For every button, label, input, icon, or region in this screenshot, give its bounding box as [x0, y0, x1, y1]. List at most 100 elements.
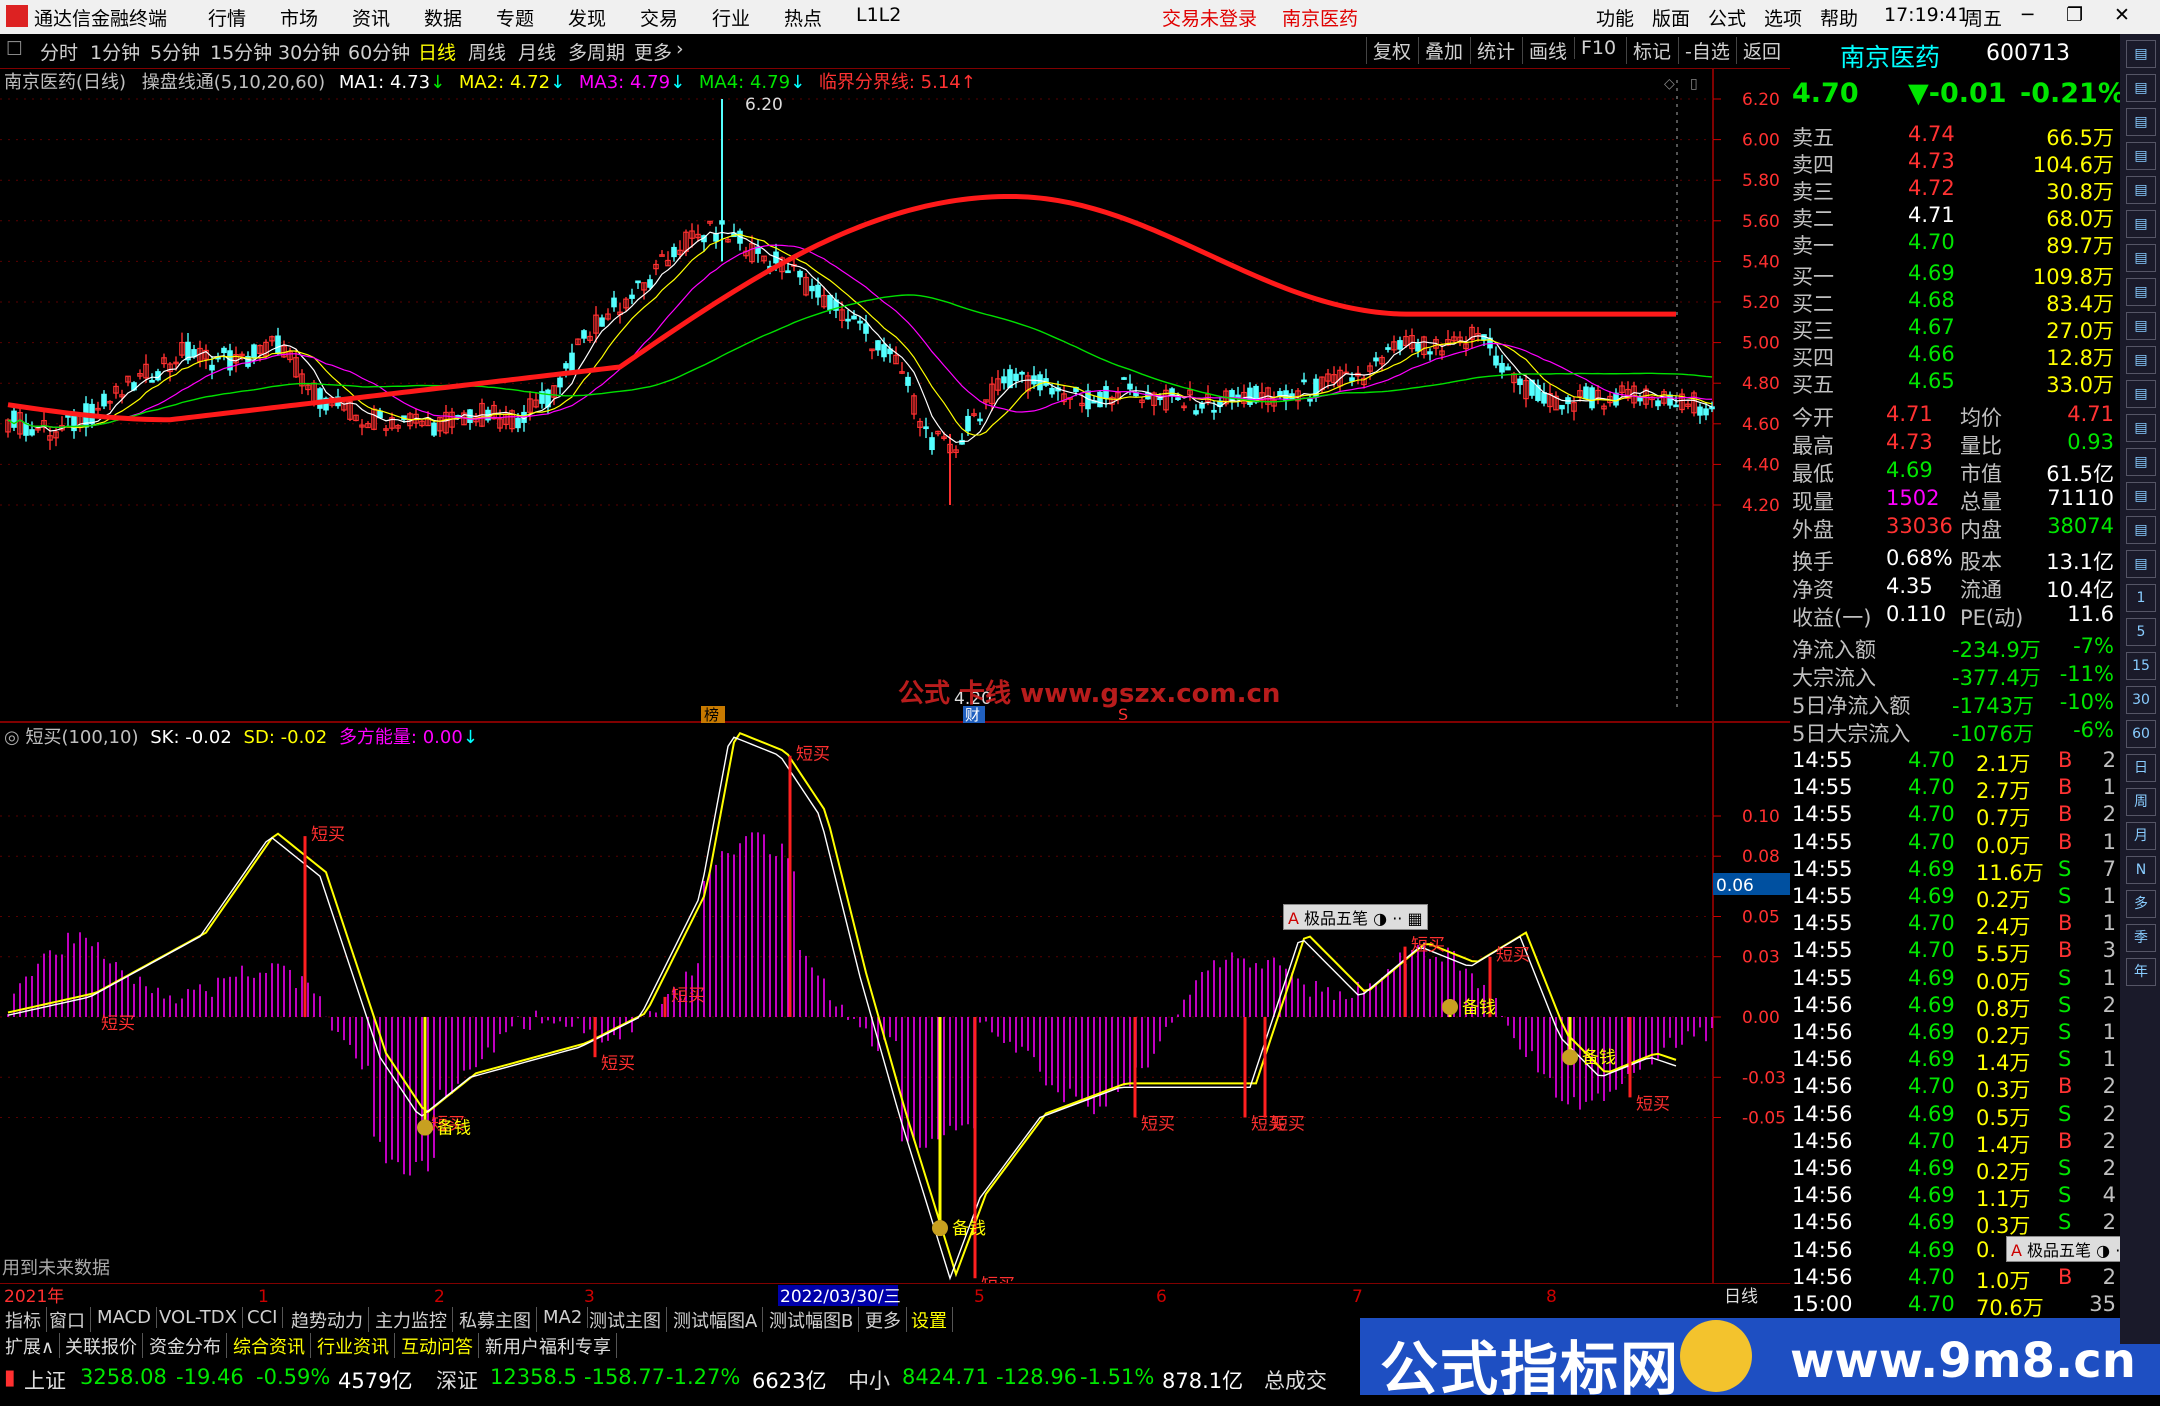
tab-indicator[interactable]: 指标: [0, 1307, 47, 1333]
menu-item-topic[interactable]: 专题: [496, 4, 534, 31]
tab-qa[interactable]: 互动问答: [396, 1333, 479, 1359]
tool-icon[interactable]: ▤: [2126, 176, 2156, 204]
scroll-square-icon[interactable]: ▯: [1690, 76, 1698, 92]
tool-period-button[interactable]: 15: [2126, 652, 2156, 680]
menu-item-industry[interactable]: 行业: [712, 4, 750, 31]
menu-item-trade[interactable]: 交易: [640, 4, 678, 31]
tool-icon[interactable]: ▤: [2126, 516, 2156, 544]
menu-item-layout[interactable]: 版面: [1652, 4, 1690, 31]
tab-new-user[interactable]: 新用户福利专享: [480, 1333, 617, 1359]
tab-test-sub-a[interactable]: 测试幅图A: [668, 1307, 764, 1333]
menu-item-news[interactable]: 资讯: [352, 4, 390, 31]
btn-f10[interactable]: F10: [1574, 37, 1622, 59]
tool-icon[interactable]: ▤: [2126, 550, 2156, 578]
tab-industry-news[interactable]: 行业资讯: [312, 1333, 395, 1359]
tab-test-sub-b[interactable]: 测试幅图B: [764, 1307, 860, 1333]
btn-stats[interactable]: 统计: [1470, 37, 1521, 64]
tool-icon[interactable]: ▤: [2126, 108, 2156, 136]
marker-bang[interactable]: 榜: [704, 706, 719, 723]
btn-fuquan[interactable]: 复权: [1366, 37, 1417, 64]
btn-draw[interactable]: 画线: [1522, 37, 1573, 64]
trade-status[interactable]: 交易未登录: [1162, 4, 1257, 31]
tab-period-multi[interactable]: 多周期: [568, 38, 625, 65]
tool-icon[interactable]: ▤: [2126, 312, 2156, 340]
btn-back[interactable]: 返回: [1736, 37, 1787, 64]
tool-icon[interactable]: ▤: [2126, 346, 2156, 374]
tool-icon[interactable]: ▤: [2126, 74, 2156, 102]
scroll-diamond-icon[interactable]: ◇: [1664, 76, 1675, 92]
tab-comp-news[interactable]: 综合资讯: [228, 1333, 311, 1359]
tab-period-15min[interactable]: 15分钟: [210, 38, 272, 65]
tool-period-button[interactable]: 60: [2126, 720, 2156, 748]
menu-item-market[interactable]: 市场: [280, 4, 318, 31]
tab-period-more[interactable]: 更多: [634, 38, 672, 65]
tool-period-button[interactable]: 年: [2126, 958, 2156, 986]
menu-item-quote[interactable]: 行情: [208, 4, 246, 31]
tab-period-5min[interactable]: 5分钟: [150, 38, 200, 65]
tool-period-button[interactable]: 周: [2126, 788, 2156, 816]
tool-icon[interactable]: ▤: [2126, 278, 2156, 306]
tab-period-30min[interactable]: 30分钟: [278, 38, 340, 65]
restore-icon[interactable]: ❐: [2066, 4, 2083, 26]
menu-item-function[interactable]: 功能: [1596, 4, 1634, 31]
menu-item-discover[interactable]: 发现: [568, 4, 606, 31]
tool-icon[interactable]: ▤: [2126, 210, 2156, 238]
minimize-icon[interactable]: ─: [2022, 4, 2033, 26]
marker-s[interactable]: S: [1118, 705, 1128, 723]
main-kline-chart[interactable]: ◇ ▯ 6.20 6.00 5.80 5.60 5.40 5.20 5.00 4.80 4.60…: [0, 68, 1790, 723]
tool-period-button[interactable]: 1: [2126, 584, 2156, 612]
sh-label[interactable]: 上证: [24, 1365, 66, 1395]
tool-icon[interactable]: ▤: [2126, 448, 2156, 476]
tool-icon[interactable]: ▤: [2126, 40, 2156, 68]
sub-indicator-chart[interactable]: 0.100.080.050.030.00-0.03-0.05 短买短买短买短买短…: [0, 723, 1790, 1283]
tool-icon[interactable]: ▤: [2126, 482, 2156, 510]
tab-ma2[interactable]: MA2: [538, 1307, 589, 1328]
tab-settings[interactable]: 设置: [906, 1307, 953, 1333]
tab-expand[interactable]: 扩展∧: [0, 1333, 61, 1359]
tab-period-60min[interactable]: 60分钟: [348, 38, 410, 65]
menu-item-l1l2[interactable]: L1L2: [856, 4, 901, 26]
menu-item-formula[interactable]: 公式: [1708, 4, 1746, 31]
menu-item-options[interactable]: 选项: [1764, 4, 1802, 31]
btn-remove-watch[interactable]: -自选: [1678, 37, 1736, 64]
tabbar-collapse-icon[interactable]: ☐: [6, 38, 23, 60]
tab-main-monitor[interactable]: 主力监控: [370, 1307, 453, 1333]
btn-mark[interactable]: 标记: [1626, 37, 1677, 64]
tool-icon[interactable]: ▤: [2126, 244, 2156, 272]
tab-period-daily[interactable]: 日线: [418, 38, 456, 65]
tool-period-button[interactable]: 5: [2126, 618, 2156, 646]
tool-period-button[interactable]: 季: [2126, 924, 2156, 952]
tab-fund-dist[interactable]: 资金分布: [144, 1333, 227, 1359]
tab-trend-power[interactable]: 趋势动力: [286, 1307, 369, 1333]
tab-window[interactable]: 窗口: [44, 1307, 91, 1333]
marker-cai[interactable]: 财: [965, 706, 980, 723]
zx-label[interactable]: 中小: [848, 1365, 890, 1395]
tab-related-quote[interactable]: 关联报价: [60, 1333, 143, 1359]
tab-test-main[interactable]: 测试主图: [584, 1307, 667, 1333]
tool-icon[interactable]: ▤: [2126, 142, 2156, 170]
tab-vol-tdx[interactable]: VOL-TDX: [154, 1307, 243, 1328]
menu-item-data[interactable]: 数据: [424, 4, 462, 31]
close-icon[interactable]: ✕: [2114, 4, 2130, 26]
tool-period-button[interactable]: N: [2126, 856, 2156, 884]
tool-period-button[interactable]: 月: [2126, 822, 2156, 850]
sz-label[interactable]: 深证: [436, 1365, 478, 1395]
tool-period-button[interactable]: 多: [2126, 890, 2156, 918]
tab-macd[interactable]: MACD: [92, 1307, 157, 1328]
tab-period-1min[interactable]: 1分钟: [90, 38, 140, 65]
tool-icon[interactable]: ▤: [2126, 380, 2156, 408]
tab-period-weekly[interactable]: 周线: [468, 38, 506, 65]
tab-more[interactable]: 更多: [860, 1307, 907, 1333]
tab-cci[interactable]: CCI: [242, 1307, 284, 1328]
menu-item-help[interactable]: 帮助: [1820, 4, 1858, 31]
tool-period-button[interactable]: 日: [2126, 754, 2156, 782]
tick-time: 14:55: [1792, 775, 1853, 800]
menu-item-hot[interactable]: 热点: [784, 4, 822, 31]
btn-overlay[interactable]: 叠加: [1418, 37, 1469, 64]
tool-period-button[interactable]: 30: [2126, 686, 2156, 714]
tab-period-fenshi[interactable]: 分时: [40, 38, 78, 65]
tab-period-monthly[interactable]: 月线: [518, 38, 556, 65]
ime-popup[interactable]: A 极品五笔 ◑ ·· ▦: [1283, 904, 1428, 930]
tool-icon[interactable]: ▤: [2126, 414, 2156, 442]
tab-private-main[interactable]: 私募主图: [454, 1307, 537, 1333]
